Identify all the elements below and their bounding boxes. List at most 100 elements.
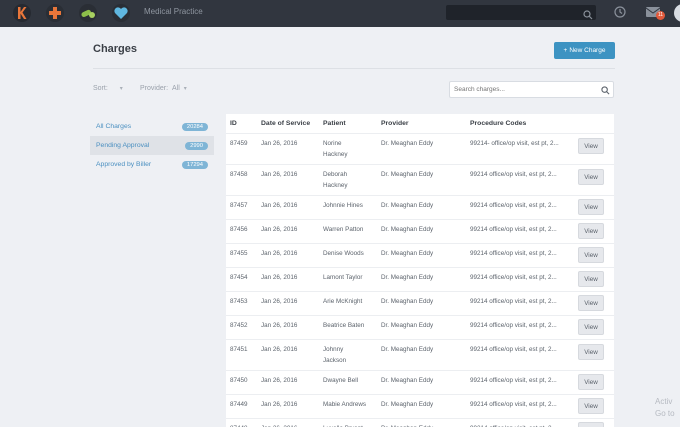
table-row[interactable]: 87452 Jan 26, 2016 Beatrice Baten Dr. Meagh… [226, 315, 614, 339]
sidebar-item-all-charges[interactable]: All Charges 20284 [90, 117, 214, 136]
column-header-provider[interactable]: Provider [381, 120, 409, 127]
search-icon[interactable] [583, 7, 593, 25]
view-button[interactable]: View [578, 398, 604, 414]
view-button[interactable]: View [578, 199, 604, 215]
provider-value: All [172, 85, 180, 92]
row-patient: Warren Patton [323, 226, 364, 233]
table-row[interactable]: 87456 Jan 26, 2016 Warren Patton Dr. Meagha… [226, 219, 614, 243]
row-provider: Dr. Meaghan Eddy [381, 346, 434, 353]
table-row[interactable]: 87455 Jan 26, 2016 Denise Woods Dr. Meaghan… [226, 243, 614, 267]
row-procedure-codes: 99214 office/op visit, est pt, 2... [470, 250, 557, 257]
row-provider: Dr. Meaghan Eddy [381, 202, 434, 209]
row-procedure-codes: 99214 office/op visit, est pt, 2... [470, 274, 557, 281]
row-provider: Dr. Meaghan Eddy [381, 226, 434, 233]
row-date: Jan 26, 2016 [261, 140, 298, 147]
heart-icon[interactable] [111, 3, 131, 23]
row-date: Jan 26, 2016 [261, 346, 298, 353]
row-id: 87457 [230, 202, 248, 209]
global-search-input[interactable] [446, 5, 596, 20]
row-patient: Dwayne Bell [323, 377, 358, 384]
row-provider: Dr. Meaghan Eddy [381, 377, 434, 384]
count-badge: 2990 [185, 141, 208, 150]
sidebar-item-label: Pending Approval [96, 142, 150, 149]
charges-table: ID Date of Service Patient Provider Proc… [226, 114, 614, 427]
row-patient: Mabie Andrews [323, 401, 367, 408]
row-provider: Dr. Meaghan Eddy [381, 298, 434, 305]
row-patient: Hackney [323, 151, 348, 158]
view-button[interactable]: View [578, 138, 604, 154]
row-id: 87456 [230, 226, 248, 233]
row-date: Jan 26, 2016 [261, 322, 298, 329]
row-id: 87453 [230, 298, 248, 305]
row-date: Jan 26, 2016 [261, 377, 298, 384]
row-date: Jan 26, 2016 [261, 274, 298, 281]
table-row[interactable]: 87451 Jan 26, 2016 Johnny Jackson Dr. Meagha… [226, 339, 614, 370]
table-row[interactable]: 87457 Jan 26, 2016 Johnnie Hines Dr. Meagha… [226, 195, 614, 219]
row-patient: Arie McKnight [323, 298, 363, 305]
row-provider: Dr. Meaghan Eddy [381, 250, 434, 257]
watermark-line: Activ [655, 397, 673, 406]
row-provider: Dr. Meaghan Eddy [381, 401, 434, 408]
new-charge-button[interactable]: + New Charge [554, 42, 615, 59]
row-patient: Deborah [323, 171, 348, 178]
table-row[interactable]: 87453 Jan 26, 2016 Arie McKnight Dr. Meagha… [226, 291, 614, 315]
table-row[interactable]: 87459 Jan 26, 2016 Norine Hackney Dr. Meagha… [226, 133, 614, 164]
row-patient: Johnny [323, 346, 344, 353]
row-date: Jan 26, 2016 [261, 401, 298, 408]
row-provider: Dr. Meaghan Eddy [381, 322, 434, 329]
notification-badge: 11 [656, 11, 665, 20]
avatar[interactable] [674, 4, 680, 22]
row-date: Jan 26, 2016 [261, 250, 298, 257]
table-row[interactable]: 87458 Jan 26, 2016 Deborah Hackney Dr. Meagh… [226, 164, 614, 195]
view-button[interactable]: View [578, 169, 604, 185]
table-row[interactable]: 87449 Jan 26, 2016 Mabie Andrews Dr. Meagha… [226, 394, 614, 418]
search-charges-field[interactable] [449, 81, 614, 98]
view-button[interactable]: View [578, 422, 604, 427]
new-charge-label: New Charge [569, 47, 606, 54]
row-date: Jan 26, 2016 [261, 226, 298, 233]
row-procedure-codes: 99214 office/op visit, est pt, 2... [470, 202, 557, 209]
row-id: 87452 [230, 322, 248, 329]
count-badge: 20284 [181, 122, 208, 131]
row-date: Jan 26, 2016 [261, 171, 298, 178]
brand-name: Medical Practice [144, 7, 203, 16]
row-id: 87454 [230, 274, 248, 281]
sidebar-item-pending-approval[interactable]: Pending Approval 2990 [90, 136, 214, 155]
row-procedure-codes: 99214 office/op visit, est pt, 2... [470, 226, 557, 233]
provider-dropdown[interactable]: Provider: All ▾ [140, 85, 187, 92]
column-header-patient[interactable]: Patient [323, 120, 346, 127]
view-button[interactable]: View [578, 295, 604, 311]
row-procedure-codes: 99214- office/op visit, est pt, 2... [470, 140, 559, 147]
view-button[interactable]: View [578, 271, 604, 287]
medical-cross-icon[interactable] [45, 3, 65, 23]
row-patient: Hackney [323, 182, 348, 189]
provider-label: Provider: [140, 85, 169, 92]
sort-dropdown[interactable]: Sort: ▾ [93, 85, 123, 92]
chevron-down-icon: ▾ [119, 86, 123, 92]
sidebar-item-approved-by-biller[interactable]: Approved by Biller 17294 [90, 155, 214, 174]
top-navigation-bar: Medical Practice 11 [0, 0, 680, 27]
view-button[interactable]: View [578, 223, 604, 239]
table-row[interactable]: 87448Jan 26, 2016Luvella BryantDr. Meagh… [226, 418, 614, 427]
table-row[interactable]: 87454 Jan 26, 2016 Lamont Taylor Dr. Meagha… [226, 267, 614, 291]
view-button[interactable]: View [578, 247, 604, 263]
column-header-date[interactable]: Date of Service [261, 120, 310, 127]
view-button[interactable]: View [578, 374, 604, 390]
table-row[interactable]: 87450 Jan 26, 2016 Dwayne Bell Dr. Meaghan … [226, 370, 614, 394]
row-date: Jan 26, 2016 [261, 202, 298, 209]
search-charges-input[interactable] [454, 86, 594, 93]
view-button[interactable]: View [578, 319, 604, 335]
view-button[interactable]: View [578, 344, 604, 360]
k-logo-icon[interactable] [12, 3, 32, 23]
column-header-procedure-codes[interactable]: Procedure Codes [470, 120, 526, 127]
row-procedure-codes: 99214 office/op visit, est pt, 2... [470, 346, 557, 353]
pills-icon[interactable] [78, 3, 98, 23]
row-id: 87450 [230, 377, 248, 384]
table-header: ID Date of Service Patient Provider Proc… [226, 114, 614, 133]
row-patient: Denise Woods [323, 250, 364, 257]
activation-watermark: Activ Go to [655, 396, 675, 420]
column-header-id[interactable]: ID [230, 120, 237, 127]
history-icon[interactable] [613, 5, 627, 24]
search-icon[interactable] [601, 86, 610, 97]
row-patient: Norine [323, 140, 342, 147]
